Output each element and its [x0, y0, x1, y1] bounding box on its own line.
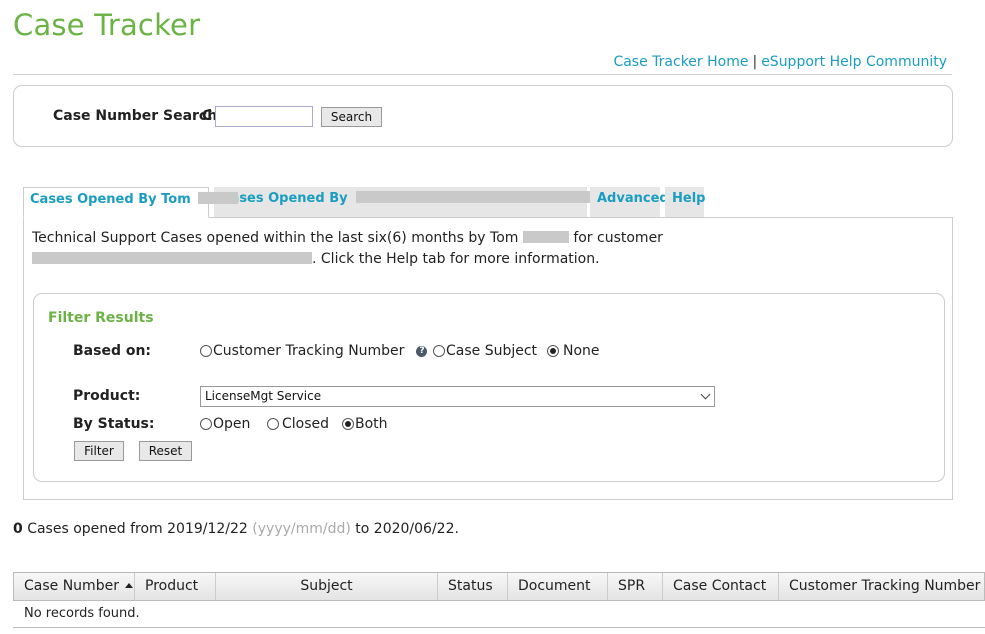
redacted-name [198, 192, 239, 204]
filter-results-title: Filter Results [48, 310, 154, 326]
case-number-input[interactable] [215, 106, 313, 127]
search-button[interactable]: Search [321, 107, 382, 127]
tab-help[interactable]: Help [665, 187, 705, 218]
radio-status-both[interactable]: Both [342, 416, 388, 432]
filter-results-panel: Filter Results Based on: Customer Tracki… [33, 293, 945, 482]
by-status-label: By Status: [73, 416, 155, 432]
case-tracker-home-link[interactable]: Case Tracker Home [613, 54, 748, 70]
page-title: Case Tracker [13, 8, 201, 42]
help-question-icon[interactable]: ? [416, 345, 428, 357]
top-links: Case Tracker Home | eSupport Help Communit… [613, 54, 947, 70]
product-label: Product: [73, 388, 141, 404]
column-header-case-contact[interactable]: Case Contact [663, 573, 779, 600]
radio-button[interactable] [200, 418, 212, 430]
reset-button[interactable]: Reset [139, 441, 192, 461]
table-header: Case Number Product Subject Status Docum… [13, 572, 985, 601]
tab-panel: Technical Support Cases opened within th… [23, 217, 953, 500]
column-header-case-number[interactable]: Case Number [14, 573, 135, 600]
column-header-spr[interactable]: SPR [608, 573, 663, 600]
radio-button-selected[interactable] [342, 418, 354, 430]
link-separator: | [752, 54, 758, 70]
radio-none[interactable]: None [547, 343, 600, 359]
tab-label: Cases Opened By Tom [30, 192, 191, 207]
column-header-customer-tracking-number[interactable]: Customer Tracking Number [779, 573, 984, 600]
filter-button[interactable]: Filter [74, 441, 124, 461]
date-format-hint: (yyyy/mm/dd) [252, 521, 351, 537]
tab-advanced[interactable]: Advanced [590, 187, 669, 218]
column-header-status[interactable]: Status [438, 573, 508, 600]
case-number-search-label: Case Number Search [53, 108, 218, 124]
cases-description: Technical Support Cases opened within th… [32, 230, 663, 267]
redacted-customer [32, 252, 312, 264]
case-number-search-panel: Case Number Search C Search [13, 85, 953, 147]
tab-label: Cases Opened By [221, 191, 348, 206]
redacted-customer [356, 191, 611, 203]
column-header-subject[interactable]: Subject [216, 573, 438, 600]
cases-summary: 0 Cases opened from 2019/12/22 (yyyy/mm/… [13, 521, 459, 537]
tab-cases-opened-by-customer[interactable]: Cases Opened By [214, 187, 611, 218]
header-divider [13, 74, 952, 75]
radio-case-subject[interactable]: Case Subject [433, 343, 537, 359]
column-header-product[interactable]: Product [135, 573, 216, 600]
column-header-document[interactable]: Document [508, 573, 608, 600]
radio-button[interactable] [200, 345, 212, 357]
radio-customer-tracking-number[interactable]: Customer Tracking Number ? [200, 343, 428, 359]
product-select[interactable]: LicenseMgt Service [200, 386, 715, 407]
case-number-prefix: C [202, 108, 213, 124]
no-records-message: No records found. [24, 606, 140, 621]
sort-ascending-icon [124, 583, 133, 588]
tab-cases-opened-by-me[interactable]: Cases Opened By Tom [23, 187, 239, 218]
case-count: 0 [13, 521, 23, 537]
esupport-help-community-link[interactable]: eSupport Help Community [761, 54, 947, 70]
radio-button-selected[interactable] [547, 345, 559, 357]
radio-button[interactable] [267, 418, 279, 430]
chevron-down-icon [700, 389, 711, 400]
cases-table: Case Number Product Subject Status Docum… [13, 572, 985, 628]
redacted-name [522, 231, 569, 243]
radio-status-closed[interactable]: Closed [267, 416, 329, 432]
based-on-label: Based on: [73, 343, 152, 359]
radio-status-open[interactable]: Open [200, 416, 250, 432]
radio-button[interactable] [433, 345, 445, 357]
